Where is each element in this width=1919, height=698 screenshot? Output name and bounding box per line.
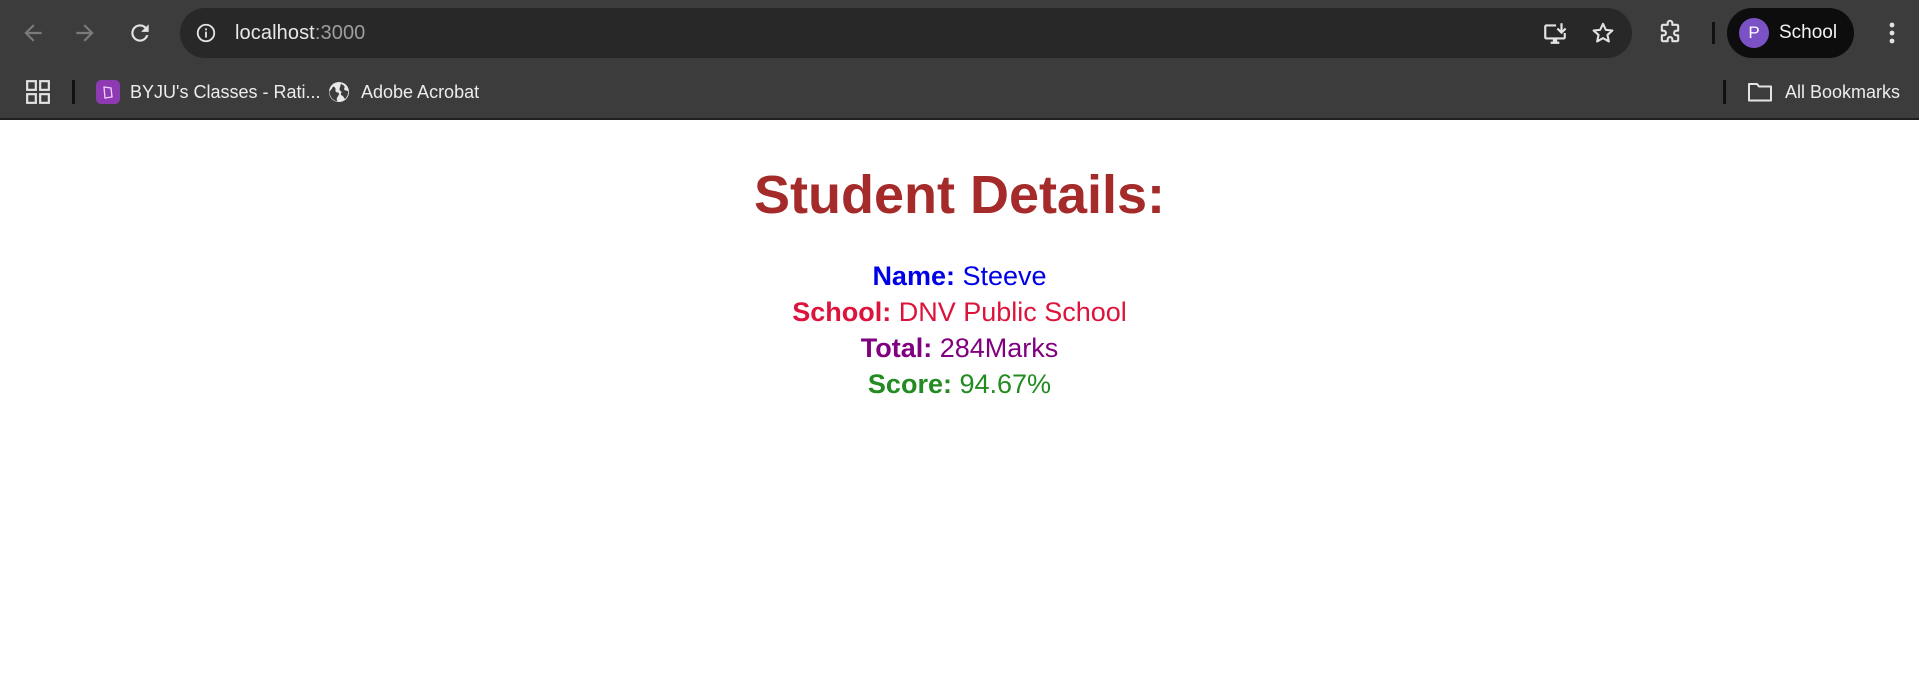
site-info-button[interactable] xyxy=(187,14,225,52)
student-details: Name: Steeve School: DNV Public School T… xyxy=(0,258,1919,402)
bookmark-label: BYJU's Classes - Rati... xyxy=(130,81,321,102)
all-bookmarks-button[interactable]: All Bookmarks xyxy=(1747,76,1900,108)
bookmarks-divider xyxy=(1723,80,1726,104)
install-desktop-icon xyxy=(1544,23,1567,44)
puzzle-icon xyxy=(1660,19,1680,43)
detail-value: Steeve xyxy=(962,260,1047,291)
bookmark-label: Adobe Acrobat xyxy=(361,81,480,102)
folder-icon xyxy=(1747,83,1772,102)
bookmark-adobe-acrobat[interactable]: Adobe Acrobat xyxy=(327,76,479,108)
bookmarks-divider xyxy=(72,80,75,104)
detail-row-name: Name: Steeve xyxy=(0,258,1919,294)
reload-icon xyxy=(131,24,149,42)
forward-button[interactable] xyxy=(63,11,107,55)
arrow-left-icon xyxy=(24,24,42,42)
url-host: localhost xyxy=(235,21,315,44)
detail-label: Total: xyxy=(860,332,933,363)
profile-button[interactable]: P School xyxy=(1727,8,1854,58)
detail-value: 284Marks xyxy=(939,332,1059,363)
globe-icon xyxy=(329,82,349,102)
bookmark-star-button[interactable] xyxy=(1584,14,1622,52)
arrow-right-icon xyxy=(76,24,94,42)
address-bar[interactable]: localhost:3000 xyxy=(180,8,1632,58)
detail-row-total: Total: 284Marks xyxy=(0,330,1919,366)
browser-toolbar: localhost:3000 P School xyxy=(0,0,1919,66)
all-bookmarks-label: All Bookmarks xyxy=(1784,81,1900,102)
star-icon xyxy=(1592,22,1614,43)
bookmark-byjus[interactable]: BYJU's Classes - Rati... xyxy=(96,76,320,108)
byjus-icon xyxy=(96,80,120,104)
avatar: P xyxy=(1739,18,1769,48)
detail-row-score: Score: 94.67% xyxy=(0,366,1919,402)
detail-label: Score: xyxy=(867,368,952,399)
toolbar-divider xyxy=(1712,22,1715,44)
info-icon xyxy=(196,23,216,43)
bookmarks-bar: BYJU's Classes - Rati... Adobe Acrobat A… xyxy=(0,66,1919,120)
detail-row-school: School: DNV Public School xyxy=(0,294,1919,330)
install-app-button[interactable] xyxy=(1536,14,1574,52)
detail-label: School: xyxy=(792,296,892,327)
page-content: Student Details: Name: Steeve School: DN… xyxy=(0,120,1919,402)
url-port: :3000 xyxy=(314,21,366,44)
detail-value: 94.67% xyxy=(959,368,1052,399)
extensions-button[interactable] xyxy=(1650,13,1690,53)
detail-label: Name: xyxy=(872,260,955,291)
detail-value: DNV Public School xyxy=(898,296,1127,327)
page-title: Student Details: xyxy=(753,165,1166,225)
apps-grid-icon[interactable] xyxy=(25,79,51,105)
reload-button[interactable] xyxy=(118,11,162,55)
url-text[interactable]: localhost:3000 xyxy=(235,22,365,45)
profile-name: School xyxy=(1779,22,1838,43)
more-vert-icon xyxy=(1889,22,1895,44)
back-button[interactable] xyxy=(11,11,55,55)
browser-menu-button[interactable] xyxy=(1872,13,1912,53)
